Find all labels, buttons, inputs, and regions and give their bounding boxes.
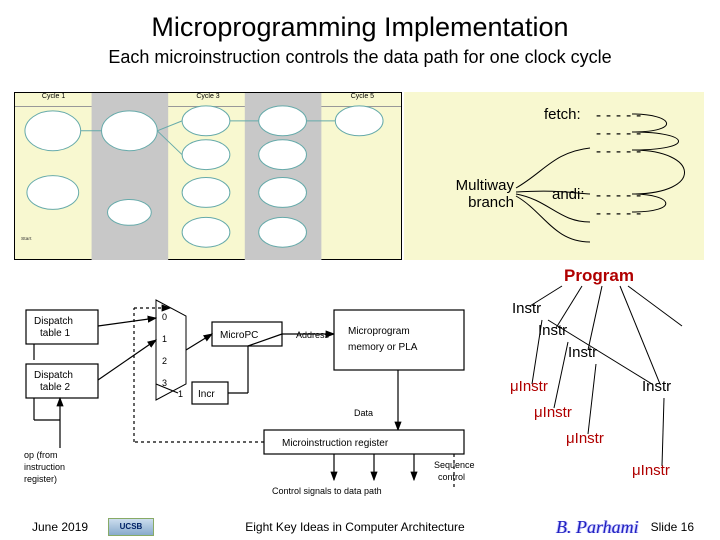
microcode-listing: fetch: andi: Multiway branch ----- -----…	[404, 92, 704, 260]
address-label: Address	[296, 330, 330, 340]
ucsb-logo: UCSB	[108, 518, 154, 536]
micropc-label: MicroPC	[220, 330, 258, 341]
footer-date: June 2019	[32, 520, 102, 534]
slide-number: Slide 16	[651, 520, 694, 534]
mireg-label: Microinstruction register	[282, 438, 389, 449]
uinstr-node: μInstr	[534, 404, 572, 421]
uinstr-node: μInstr	[566, 430, 604, 447]
start-label: Start	[21, 236, 32, 242]
incr-label: Incr	[198, 389, 215, 400]
one-label: 1	[178, 389, 183, 399]
uinstr-node: μInstr	[632, 462, 670, 479]
svg-text:1: 1	[162, 334, 167, 344]
svg-text:table 2: table 2	[40, 382, 70, 393]
ctrlsig-label: Control signals to data path	[272, 486, 382, 496]
instr-node: Instr	[512, 300, 541, 317]
author-signature: B. Parhami	[556, 517, 639, 538]
op-label-3: register)	[24, 474, 57, 484]
memory-label-2: memory or PLA	[348, 342, 418, 353]
op-label-2: instruction	[24, 462, 65, 472]
instr-node: Instr	[642, 378, 671, 395]
seqctrl-2: control	[438, 472, 465, 482]
footer-title: Eight Key Ideas in Computer Architecture	[154, 520, 556, 534]
dispatch-1-label: Dispatch	[34, 316, 73, 327]
page-title: Microprogramming Implementation	[0, 0, 720, 43]
instr-node: Instr	[568, 344, 597, 361]
footer: June 2019 UCSB Eight Key Ideas in Comput…	[0, 514, 720, 540]
program-tree: Program Instr Instr Instr Instr μInstr μ…	[492, 266, 706, 508]
data-label: Data	[354, 408, 373, 418]
op-label-1: op (from	[24, 450, 58, 460]
page-subtitle: Each microinstruction controls the data …	[0, 43, 720, 68]
dispatch-2-label: Dispatch	[34, 370, 73, 381]
instr-node: Instr	[538, 322, 567, 339]
block-diagram: Dispatch table 1 Dispatch table 2 0 1 2 …	[14, 290, 484, 508]
memory-label-1: Microprogram	[348, 326, 410, 337]
svg-text:table 1: table 1	[40, 328, 70, 339]
state-diagram: Cycle 1 Cycle 2 Cycle 3 Cycle 4 Cycle 5 …	[14, 92, 402, 260]
uinstr-node: μInstr	[510, 378, 548, 395]
svg-text:2: 2	[162, 356, 167, 366]
seqctrl-1: Sequence	[434, 460, 475, 470]
svg-text:0: 0	[162, 312, 167, 322]
